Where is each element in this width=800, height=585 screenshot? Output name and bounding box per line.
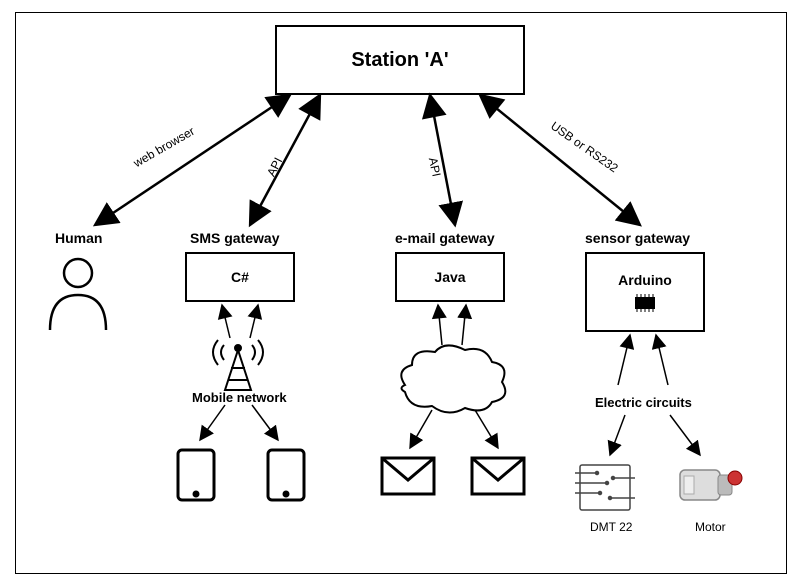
motor-label: Motor bbox=[695, 520, 726, 534]
internet-label: Internet bbox=[430, 378, 478, 393]
station-a-box: Station 'A' bbox=[275, 25, 525, 95]
station-a-label: Station 'A' bbox=[351, 49, 448, 72]
sms-gateway-box: C# bbox=[185, 252, 295, 302]
sensor-gateway-tech: Arduino bbox=[618, 272, 672, 288]
sensor-gateway-label: sensor gateway bbox=[585, 230, 690, 246]
chip-icon bbox=[630, 294, 660, 312]
email-gateway-box: Java bbox=[395, 252, 505, 302]
electric-circuits-label: Electric circuits bbox=[595, 395, 692, 410]
dmt22-label: DMT 22 bbox=[590, 520, 632, 534]
mobile-network-label: Mobile network bbox=[192, 390, 287, 405]
sms-gateway-tech: C# bbox=[231, 269, 249, 285]
human-label: Human bbox=[55, 230, 102, 246]
sensor-gateway-box: Arduino bbox=[585, 252, 705, 332]
email-gateway-label: e-mail gateway bbox=[395, 230, 495, 246]
email-gateway-tech: Java bbox=[434, 269, 465, 285]
sms-gateway-label: SMS gateway bbox=[190, 230, 279, 246]
